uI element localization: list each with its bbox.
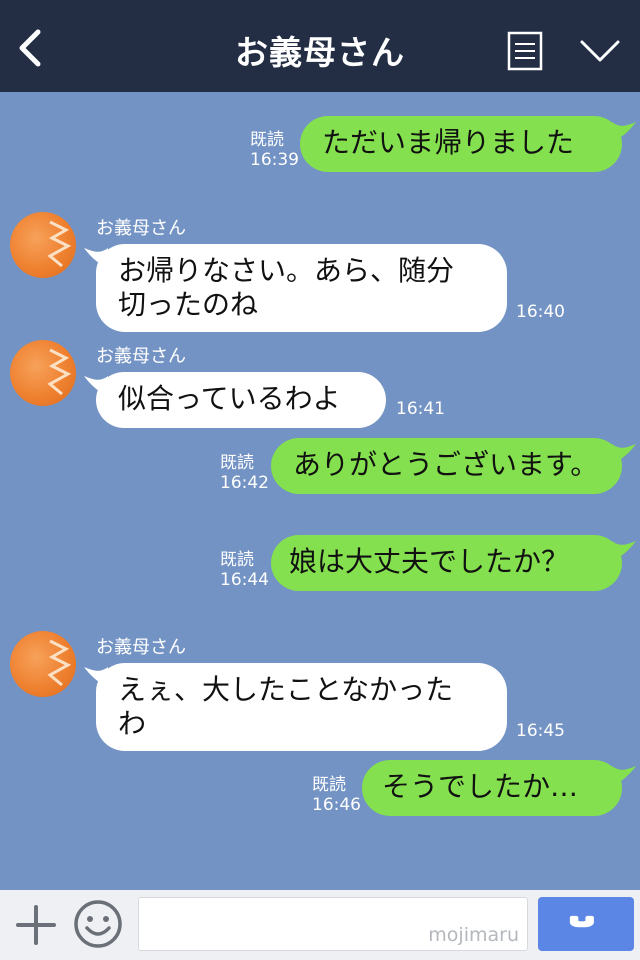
add-attachment-button[interactable]	[14, 903, 58, 947]
outgoing-message-bubble[interactable]: ただいま帰りました	[300, 116, 622, 172]
chat-area[interactable]: 既読 16:39 ただいま帰りました お義母さん お帰りなさい。あら、随分 切っ…	[0, 92, 640, 890]
watermark-text: mojimaru	[428, 924, 519, 946]
message-text-line: お帰りなさい。あら、随分	[118, 254, 455, 287]
avatar-image	[47, 639, 72, 687]
message-text: ただいま帰りました	[322, 126, 575, 159]
message-text: そうでしたか…	[382, 770, 579, 803]
read-label: 既読	[312, 775, 346, 795]
bubble-tail	[612, 444, 636, 464]
phone-icon	[569, 915, 594, 928]
outgoing-message-bubble[interactable]: 娘は大丈夫でしたか？	[271, 535, 622, 591]
dropdown-button[interactable]	[578, 36, 622, 66]
message-text-line: わ	[118, 707, 147, 740]
avatar-image	[47, 220, 72, 268]
read-label: 既読	[250, 130, 284, 150]
incoming-message-bubble[interactable]: 似合っているわよ	[96, 372, 386, 428]
message-text: 似合っているわよ	[118, 382, 341, 415]
bubble-tail	[612, 766, 636, 786]
plus-icon	[16, 905, 56, 945]
emoji-button[interactable]	[72, 898, 124, 950]
chat-header: お義母さん	[0, 0, 640, 92]
message-text: 娘は大丈夫でしたか？	[289, 545, 570, 578]
avatar[interactable]	[10, 340, 76, 406]
message-time: 16:41	[396, 399, 445, 419]
notes-button[interactable]	[507, 31, 543, 71]
read-receipt: 既読 16:39	[250, 130, 299, 170]
incoming-message-bubble[interactable]: えぇ、大したことなかった わ	[96, 663, 507, 751]
message-input[interactable]: mojimaru	[138, 897, 528, 951]
message-time: 16:42	[220, 473, 269, 493]
sender-name: お義母さん	[96, 637, 186, 658]
smiley-icon	[74, 900, 122, 948]
outgoing-message-bubble[interactable]: そうでしたか…	[362, 760, 622, 816]
read-receipt: 既読 16:44	[220, 550, 269, 590]
outgoing-message-bubble[interactable]: ありがとうございます。	[271, 438, 622, 494]
avatar[interactable]	[10, 631, 76, 697]
message-text-line: えぇ、大したことなかった	[118, 673, 454, 706]
bubble-tail	[612, 122, 636, 142]
read-label: 既読	[220, 453, 254, 473]
message-time: 16:45	[516, 721, 565, 741]
chat-title: お義母さん	[235, 33, 405, 72]
call-button[interactable]	[538, 897, 634, 951]
avatar-image	[47, 348, 72, 396]
input-bar: mojimaru	[0, 890, 640, 960]
bubble-tail	[612, 541, 636, 561]
message-time: 16:40	[516, 302, 565, 322]
read-receipt: 既読 16:42	[220, 453, 269, 493]
chevron-down-icon	[580, 40, 620, 62]
avatar[interactable]	[10, 212, 76, 278]
sender-name: お義母さん	[96, 218, 186, 239]
message-time: 16:39	[250, 150, 299, 170]
message-text-line: 切ったのね	[118, 288, 259, 321]
message-time: 16:46	[312, 795, 361, 815]
message-text: ありがとうございます。	[293, 448, 599, 481]
notes-icon	[507, 31, 543, 71]
incoming-message-bubble[interactable]: お帰りなさい。あら、随分 切ったのね	[96, 244, 507, 332]
read-label: 既読	[220, 550, 254, 570]
read-receipt: 既読 16:46	[312, 775, 361, 815]
message-time: 16:44	[220, 570, 269, 590]
sender-name: お義母さん	[96, 346, 186, 367]
